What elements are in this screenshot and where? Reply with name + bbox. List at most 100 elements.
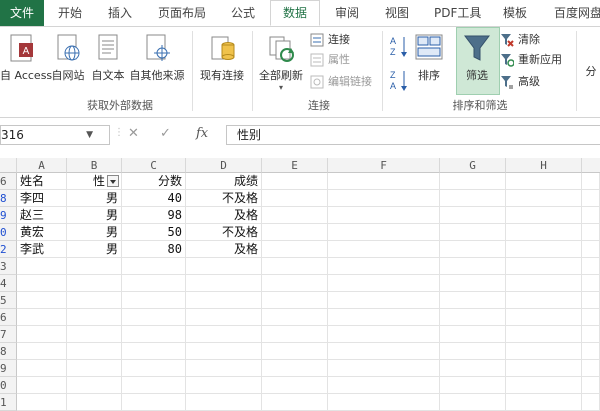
- tab-pdf-tools[interactable]: PDF工具: [434, 0, 481, 26]
- cell-empty[interactable]: [328, 275, 440, 292]
- cell-empty[interactable]: [582, 258, 600, 275]
- cell-empty[interactable]: [440, 258, 506, 275]
- row-header[interactable]: 0: [0, 377, 17, 394]
- cell-empty[interactable]: [328, 258, 440, 275]
- cell-empty[interactable]: [582, 292, 600, 309]
- cell-d[interactable]: 及格: [186, 241, 262, 258]
- cell-empty[interactable]: [582, 360, 600, 377]
- cell-empty[interactable]: [328, 326, 440, 343]
- cell-empty[interactable]: [582, 326, 600, 343]
- from-web-button[interactable]: 自网站: [48, 33, 88, 83]
- advanced-filter-button[interactable]: 高级: [500, 73, 540, 91]
- cell-empty[interactable]: [328, 241, 440, 258]
- cell-b[interactable]: [67, 377, 122, 394]
- cell-empty[interactable]: [440, 241, 506, 258]
- cell-b[interactable]: [67, 360, 122, 377]
- cell-d[interactable]: [186, 360, 262, 377]
- cell-empty[interactable]: [328, 292, 440, 309]
- tab-home[interactable]: 开始: [58, 0, 82, 26]
- cell-empty[interactable]: [506, 275, 582, 292]
- cell-empty[interactable]: [582, 394, 600, 411]
- cell-empty[interactable]: [328, 224, 440, 241]
- cell-d[interactable]: 不及格: [186, 190, 262, 207]
- cell-empty[interactable]: [506, 360, 582, 377]
- from-other-sources-button[interactable]: 自其他来源: [128, 33, 186, 83]
- cell-empty[interactable]: [262, 224, 328, 241]
- cell-empty[interactable]: [506, 377, 582, 394]
- cell-empty[interactable]: [582, 224, 600, 241]
- cell-b[interactable]: 男: [67, 190, 122, 207]
- cell-empty[interactable]: [328, 207, 440, 224]
- cell-a[interactable]: [17, 360, 67, 377]
- cell-empty[interactable]: [262, 360, 328, 377]
- cell-a[interactable]: 黄宏: [17, 224, 67, 241]
- cell-c[interactable]: [122, 292, 186, 309]
- sort-button[interactable]: 排序: [412, 33, 446, 83]
- column-header-g[interactable]: G: [440, 158, 506, 173]
- row-header[interactable]: 4: [0, 275, 17, 292]
- cell-b[interactable]: [67, 394, 122, 411]
- cell-d[interactable]: 成绩: [186, 173, 262, 190]
- cell-empty[interactable]: [328, 377, 440, 394]
- sort-descending-button[interactable]: Z A: [388, 67, 410, 95]
- enter-icon[interactable]: ✓: [160, 126, 171, 141]
- refresh-dropdown-icon[interactable]: ▾: [256, 83, 306, 92]
- cell-empty[interactable]: [582, 309, 600, 326]
- tab-insert[interactable]: 插入: [108, 0, 132, 26]
- reapply-button[interactable]: 重新应用: [500, 51, 562, 69]
- cell-empty[interactable]: [506, 173, 582, 190]
- cell-d[interactable]: [186, 292, 262, 309]
- cell-c[interactable]: [122, 343, 186, 360]
- cell-empty[interactable]: [506, 224, 582, 241]
- cell-d[interactable]: [186, 343, 262, 360]
- cell-empty[interactable]: [328, 394, 440, 411]
- tab-view[interactable]: 视图: [385, 0, 409, 26]
- tab-page-layout[interactable]: 页面布局: [158, 0, 206, 26]
- cell-b[interactable]: [67, 326, 122, 343]
- cell-empty[interactable]: [506, 343, 582, 360]
- cell-empty[interactable]: [440, 343, 506, 360]
- cell-empty[interactable]: [582, 343, 600, 360]
- tab-data[interactable]: 数据: [270, 0, 320, 26]
- cell-a[interactable]: 李四: [17, 190, 67, 207]
- cell-d[interactable]: 不及格: [186, 224, 262, 241]
- cell-empty[interactable]: [262, 190, 328, 207]
- cell-empty[interactable]: [440, 326, 506, 343]
- cell-d[interactable]: [186, 394, 262, 411]
- row-header[interactable]: 7: [0, 326, 17, 343]
- cell-c[interactable]: [122, 326, 186, 343]
- cell-b[interactable]: [67, 343, 122, 360]
- cell-empty[interactable]: [440, 275, 506, 292]
- column-header-d[interactable]: D: [186, 158, 262, 173]
- cell-empty[interactable]: [440, 207, 506, 224]
- cell-empty[interactable]: [506, 326, 582, 343]
- tab-formulas[interactable]: 公式: [231, 0, 255, 26]
- row-header[interactable]: 1: [0, 394, 17, 411]
- split-button[interactable]: 分: [582, 63, 600, 79]
- row-header[interactable]: 9: [0, 360, 17, 377]
- row-header[interactable]: 0: [0, 224, 17, 241]
- cell-empty[interactable]: [582, 241, 600, 258]
- from-text-button[interactable]: 自文本: [90, 33, 126, 83]
- cell-b[interactable]: 男: [67, 224, 122, 241]
- cell-empty[interactable]: [262, 377, 328, 394]
- row-header[interactable]: 9: [0, 207, 17, 224]
- cell-empty[interactable]: [262, 275, 328, 292]
- cell-empty[interactable]: [440, 190, 506, 207]
- cell-empty[interactable]: [506, 241, 582, 258]
- cell-empty[interactable]: [262, 241, 328, 258]
- cell-a[interactable]: [17, 309, 67, 326]
- cell-empty[interactable]: [328, 173, 440, 190]
- row-header[interactable]: 3: [0, 258, 17, 275]
- cell-empty[interactable]: [582, 377, 600, 394]
- cell-empty[interactable]: [328, 343, 440, 360]
- cell-a[interactable]: 李武: [17, 241, 67, 258]
- cell-c[interactable]: 98: [122, 207, 186, 224]
- row-header[interactable]: 6: [0, 309, 17, 326]
- cell-a[interactable]: [17, 275, 67, 292]
- cancel-icon[interactable]: ✕: [128, 126, 139, 141]
- cell-b[interactable]: 男: [67, 207, 122, 224]
- name-box-dropdown-icon[interactable]: ▼: [86, 126, 93, 144]
- cell-empty[interactable]: [262, 343, 328, 360]
- cell-d[interactable]: [186, 377, 262, 394]
